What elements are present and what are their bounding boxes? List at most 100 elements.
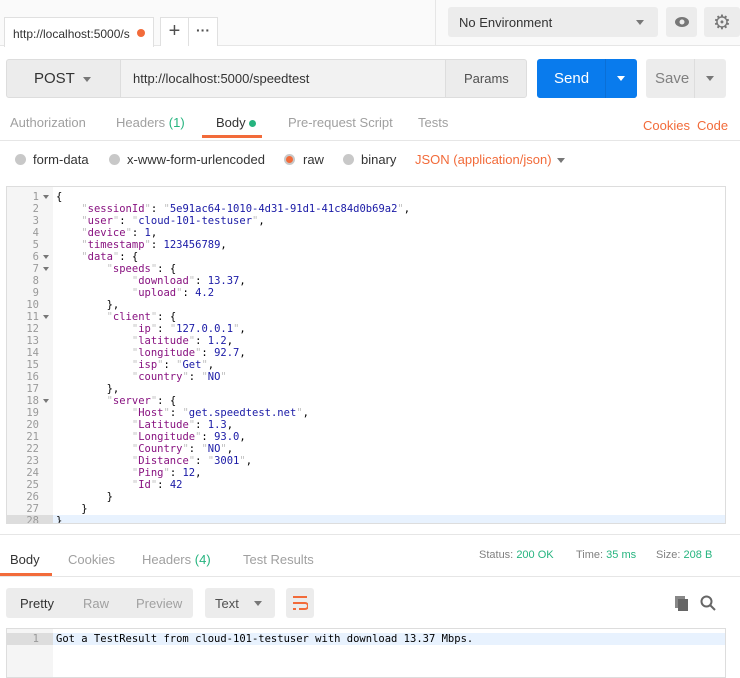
copy-icon[interactable] xyxy=(674,595,690,614)
format-value: Text xyxy=(215,596,239,611)
line-number: 1 xyxy=(32,633,39,645)
chevron-down-icon xyxy=(636,20,644,25)
content-type-dropdown[interactable]: JSON (application/json) xyxy=(415,152,552,167)
save-button[interactable]: Save xyxy=(646,59,726,98)
label-urlencoded: x-www-form-urlencoded xyxy=(127,152,265,167)
tab-authorization[interactable]: Authorization xyxy=(10,115,86,130)
line-number: 3 xyxy=(32,215,39,227)
line-number: 12 xyxy=(26,323,39,335)
response-body-viewer[interactable]: 1 Got a TestResult from cloud-101-testuse… xyxy=(6,628,726,678)
line-number: 2 xyxy=(32,203,39,215)
response-tab-test-results[interactable]: Test Results xyxy=(243,552,314,567)
line-number: 20 xyxy=(26,419,39,431)
fold-arrow-icon[interactable] xyxy=(43,399,49,403)
line-number: 17 xyxy=(26,383,39,395)
eye-icon[interactable] xyxy=(666,7,697,37)
view-raw[interactable]: Raw xyxy=(83,596,109,611)
line-number: 24 xyxy=(26,467,39,479)
divider xyxy=(435,0,436,46)
view-preview[interactable]: Preview xyxy=(136,596,182,611)
method-value: POST xyxy=(34,70,75,87)
request-tab[interactable]: http://localhost:5000/s xyxy=(4,17,154,47)
line-number: 16 xyxy=(26,371,39,383)
active-tab-underline xyxy=(202,135,262,138)
response-tabs: Body Cookies Headers (4) Test Results St… xyxy=(0,549,740,574)
cookies-link[interactable]: Cookies xyxy=(643,118,690,133)
request-body-editor[interactable]: 1{2 "sessionId": "5e91ac64-1010-4d31-91d… xyxy=(6,186,726,524)
response-tab-cookies[interactable]: Cookies xyxy=(68,552,115,567)
code-line: "ip": "127.0.0.1", xyxy=(131,323,246,335)
gear-icon[interactable]: ⚙ xyxy=(704,7,740,37)
url-input[interactable]: http://localhost:5000/speedtest xyxy=(120,59,446,98)
fold-arrow-icon[interactable] xyxy=(43,315,49,319)
response-tab-headers[interactable]: Headers (4) xyxy=(142,552,211,567)
active-line xyxy=(53,515,725,523)
fold-arrow-icon[interactable] xyxy=(43,267,49,271)
line-number: 21 xyxy=(26,431,39,443)
view-pretty[interactable]: Pretty xyxy=(20,596,54,611)
divider xyxy=(0,140,740,141)
line-number: 25 xyxy=(26,479,39,491)
line-number: 4 xyxy=(32,227,39,239)
line-number: 15 xyxy=(26,359,39,371)
code-line: "timestamp": 123456789, xyxy=(81,239,227,251)
request-tabs: Authorization Headers (1) Body Pre-reque… xyxy=(0,115,740,141)
fold-arrow-icon[interactable] xyxy=(43,255,49,259)
plus-icon[interactable]: + xyxy=(160,17,189,46)
chevron-down-icon xyxy=(254,601,262,606)
tab-headers[interactable]: Headers (1) xyxy=(116,115,185,130)
line-number: 9 xyxy=(32,287,39,299)
view-mode-group: Pretty Raw Preview xyxy=(6,588,193,618)
line-number: 28 xyxy=(26,515,39,524)
code-line: "isp": "Get", xyxy=(131,359,215,371)
search-icon[interactable] xyxy=(700,595,716,614)
active-dot-icon xyxy=(249,120,257,127)
radio-binary[interactable] xyxy=(343,154,354,165)
code-line: "Host": "get.speedtest.net", xyxy=(131,407,309,419)
code-line: "download": 13.37, xyxy=(131,275,246,287)
status-readout: Status: 200 OK xyxy=(479,549,554,561)
label-raw: raw xyxy=(303,152,324,167)
tab-title: http://localhost:5000/s xyxy=(13,27,130,41)
radio-form-data[interactable] xyxy=(15,154,26,165)
label-binary: binary xyxy=(361,152,397,167)
code-line: "device": 1, xyxy=(81,227,158,239)
environment-dropdown[interactable]: No Environment xyxy=(448,7,658,37)
chevron-down-icon[interactable] xyxy=(557,158,565,163)
line-number: 13 xyxy=(26,335,39,347)
params-label: Params xyxy=(464,71,509,86)
code-line: "Id": 42 xyxy=(131,479,183,491)
size-readout: Size: 208 B xyxy=(656,549,713,561)
send-button[interactable]: Send xyxy=(537,59,637,98)
line-number: 10 xyxy=(26,299,39,311)
params-button[interactable]: Params xyxy=(445,59,527,98)
tab-pre-request-script[interactable]: Pre-request Script xyxy=(288,115,393,130)
code-line: "speeds": { xyxy=(106,263,177,275)
code-link[interactable]: Code xyxy=(697,118,728,133)
tab-tests[interactable]: Tests xyxy=(418,115,448,130)
code-line: "Country": "NO", xyxy=(131,443,234,455)
code-line: } xyxy=(56,503,88,515)
code-line: }, xyxy=(56,299,120,311)
code-line: "client": { xyxy=(106,311,177,323)
tab-body[interactable]: Body xyxy=(216,115,257,130)
line-number: 27 xyxy=(26,503,39,515)
label-form-data: form-data xyxy=(33,152,89,167)
chevron-down-icon[interactable] xyxy=(706,76,714,81)
code-line: "sessionId": "5e91ac64-1010-4d31-91d1-41… xyxy=(81,203,411,215)
chevron-down-icon[interactable] xyxy=(617,76,625,81)
fold-arrow-icon[interactable] xyxy=(43,195,49,199)
radio-urlencoded[interactable] xyxy=(109,154,120,165)
response-tab-body[interactable]: Body xyxy=(10,552,40,567)
url-value: http://localhost:5000/speedtest xyxy=(133,71,310,86)
divider xyxy=(0,576,740,577)
format-dropdown[interactable]: Text xyxy=(205,588,275,618)
line-number: 19 xyxy=(26,407,39,419)
line-number: 5 xyxy=(32,239,39,251)
ellipsis-icon[interactable]: ··· xyxy=(188,17,218,46)
method-dropdown[interactable]: POST xyxy=(6,59,121,98)
code-line: }, xyxy=(56,383,120,395)
radio-raw[interactable] xyxy=(284,154,295,165)
wrap-lines-icon[interactable] xyxy=(286,588,314,618)
code-line: } xyxy=(56,515,63,524)
